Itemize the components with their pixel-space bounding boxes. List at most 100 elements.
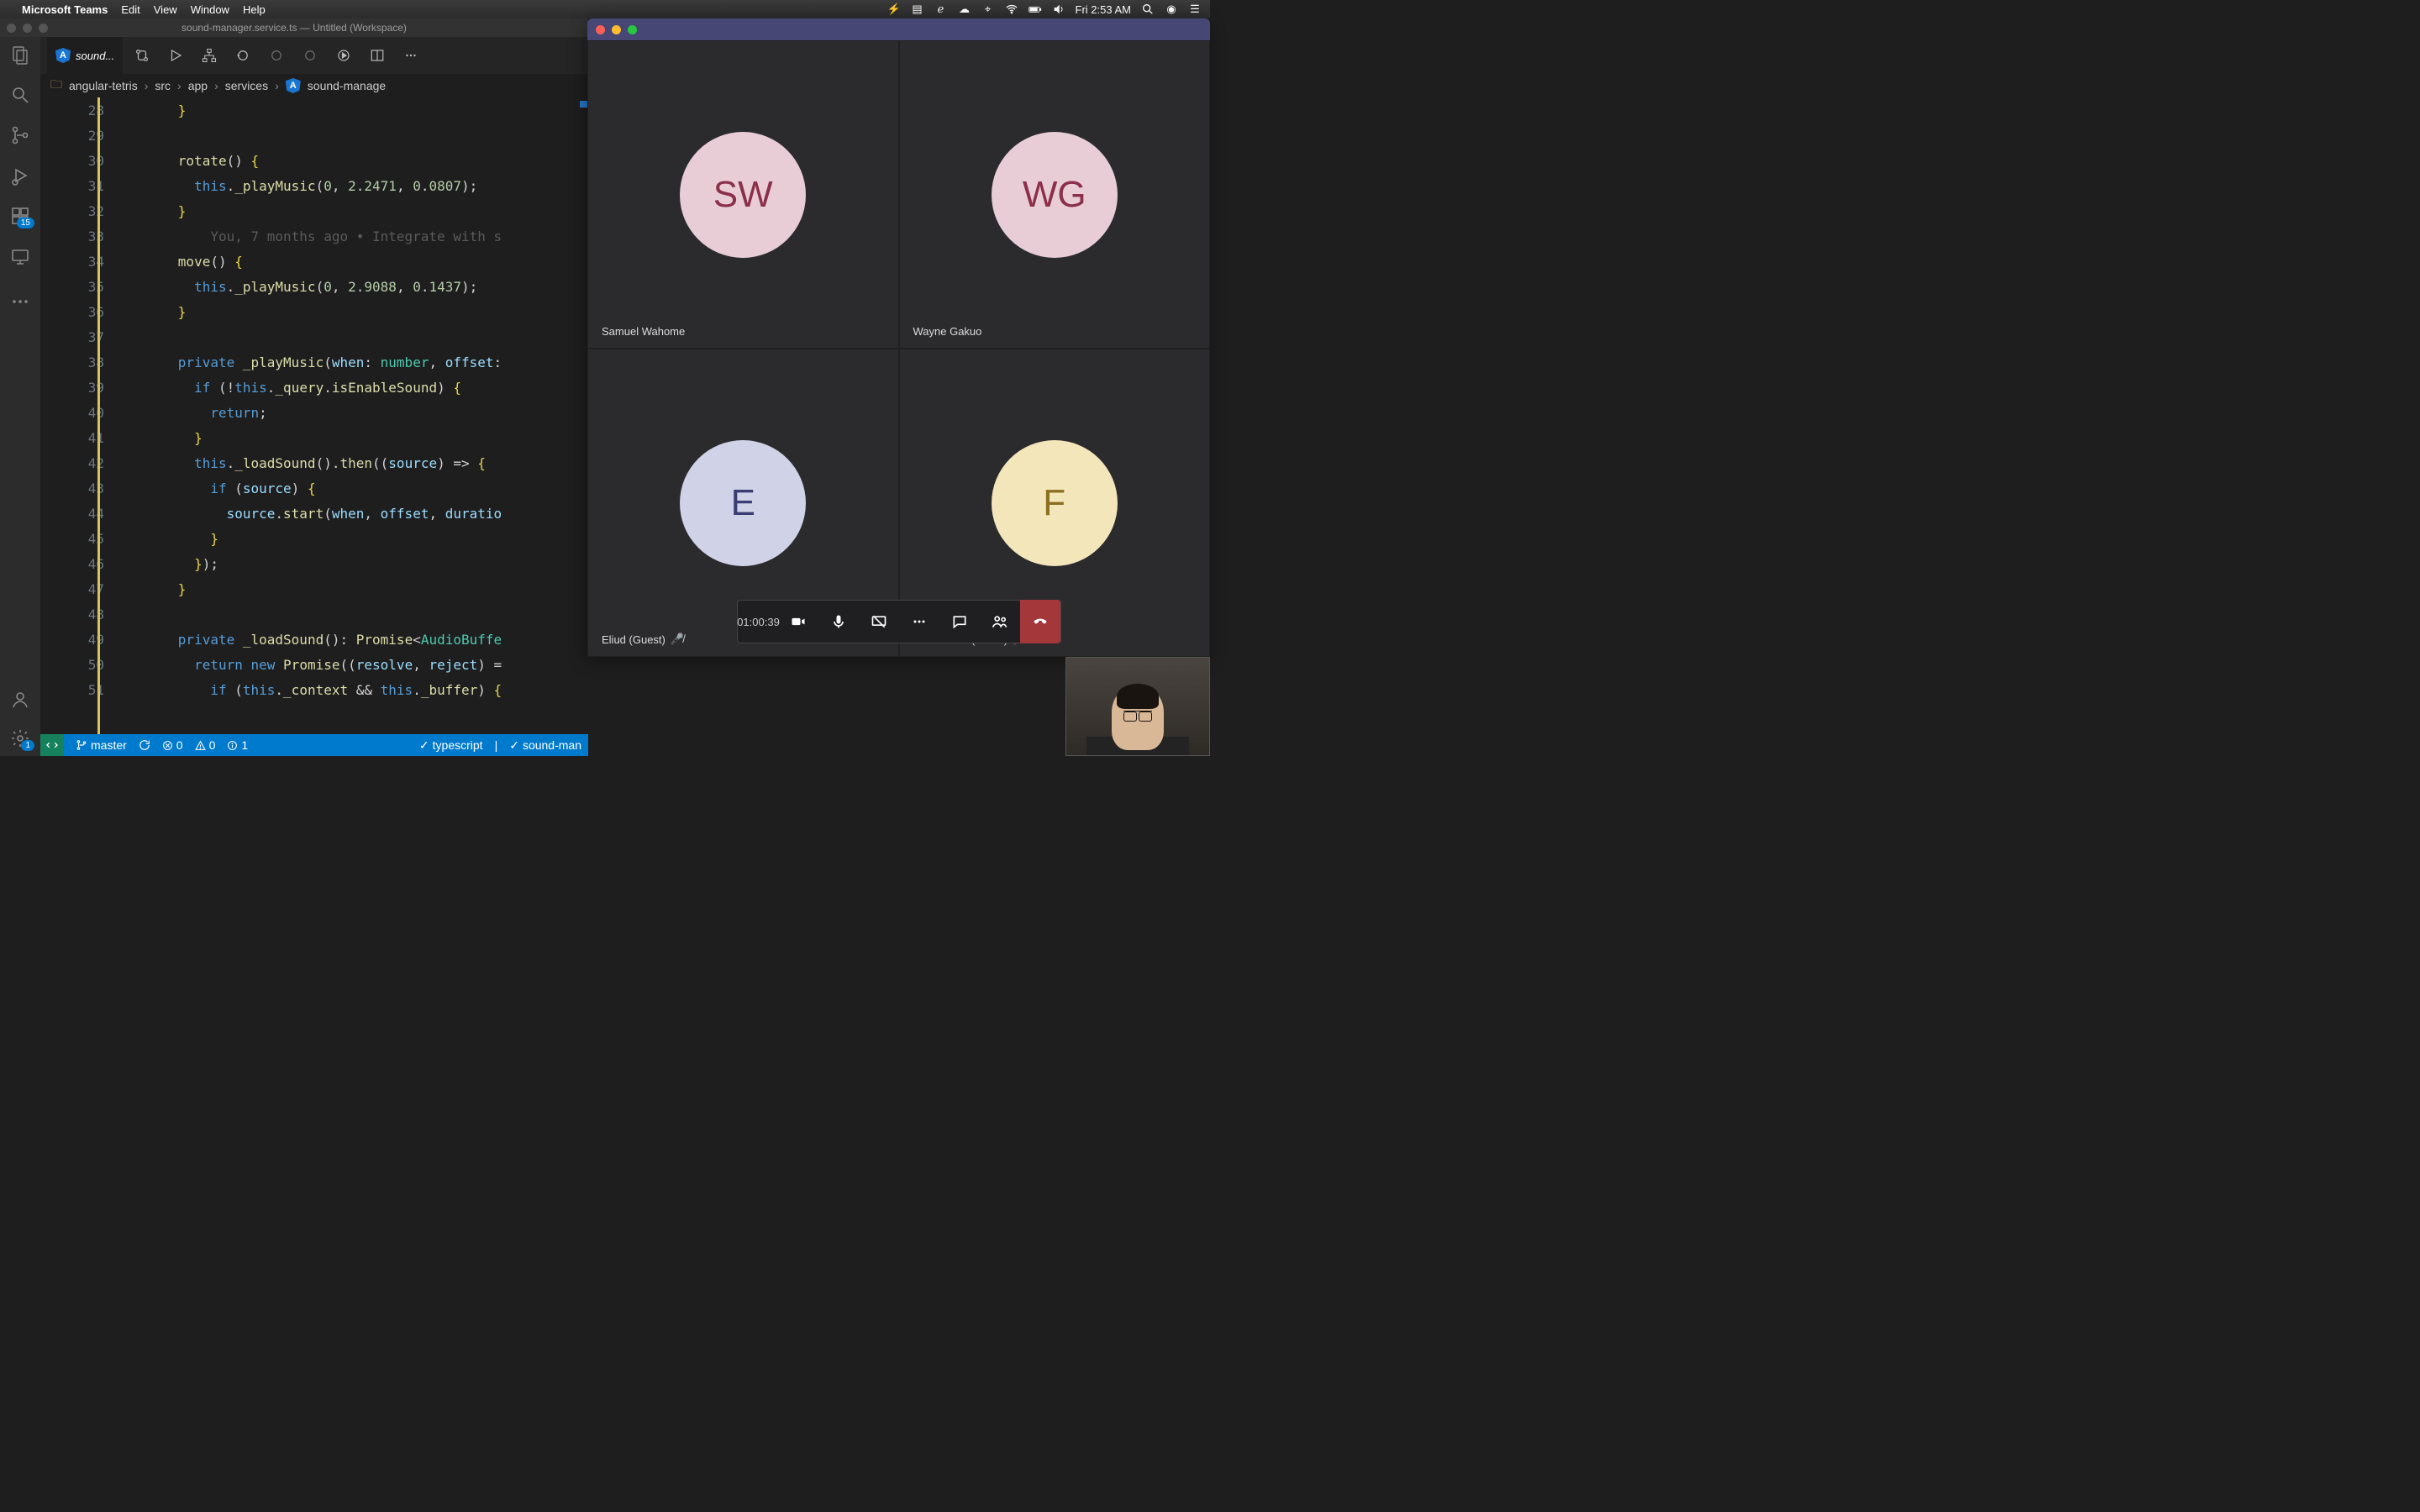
participant-tile[interactable]: WG Wayne Gakuo bbox=[899, 40, 1211, 349]
maximize-icon[interactable] bbox=[628, 25, 637, 34]
code-line[interactable]: 35 this._playMusic(0, 2.9088, 0.1437); bbox=[82, 274, 588, 299]
code-line[interactable]: 30 rotate() { bbox=[82, 148, 588, 173]
spotlight-icon[interactable] bbox=[1141, 3, 1155, 16]
line-number: 46 bbox=[82, 556, 119, 572]
source-control-icon[interactable] bbox=[9, 124, 31, 146]
bc-item-0[interactable]: angular-tetris bbox=[69, 79, 138, 92]
vscode-titlebar[interactable]: sound-manager.service.ts — Untitled (Wor… bbox=[0, 18, 588, 37]
more-icon[interactable] bbox=[9, 291, 31, 312]
bluetooth-icon[interactable]: ⌖ bbox=[981, 3, 995, 16]
cloud-icon[interactable]: ☁ bbox=[958, 3, 971, 16]
menubar-clock[interactable]: Fri 2:53 AM bbox=[1076, 3, 1131, 16]
errors-indicator[interactable]: 0 bbox=[162, 738, 183, 752]
code-editor[interactable]: 28 }29 30 rotate() {31 this._playMusic(0… bbox=[40, 97, 588, 734]
line-number: 35 bbox=[82, 279, 119, 295]
code-text: if (!this._query.isEnableSound) { bbox=[119, 380, 461, 396]
menubar-edit[interactable]: Edit bbox=[121, 3, 139, 16]
mic-toggle-button[interactable] bbox=[818, 600, 859, 643]
maximize-icon[interactable] bbox=[39, 24, 48, 33]
minimize-icon[interactable] bbox=[612, 25, 621, 34]
language-mode[interactable]: ✓ typescript bbox=[419, 738, 483, 753]
code-line[interactable]: 40 return; bbox=[82, 400, 588, 425]
wifi-icon[interactable] bbox=[1005, 3, 1018, 16]
line-number: 50 bbox=[82, 657, 119, 673]
camera-toggle-button[interactable] bbox=[778, 600, 818, 643]
code-line[interactable]: 50 return new Promise((resolve, reject) … bbox=[82, 652, 588, 677]
menubar-app-name[interactable]: Microsoft Teams bbox=[22, 3, 108, 16]
run-icon[interactable] bbox=[168, 48, 183, 63]
code-line[interactable]: 39 if (!this._query.isEnableSound) { bbox=[82, 375, 588, 400]
search-icon[interactable] bbox=[9, 84, 31, 106]
vscode-statusbar: master 0 0 1 ✓ typescript | ✓ sound-man bbox=[40, 734, 588, 756]
code-line[interactable]: 49 private _loadSound(): Promise<AudioBu… bbox=[82, 627, 588, 652]
split-editor-icon[interactable] bbox=[370, 48, 385, 63]
teams-titlebar[interactable] bbox=[587, 18, 1210, 40]
circle-back-icon[interactable] bbox=[235, 48, 250, 63]
chevron-right-icon: › bbox=[275, 79, 279, 92]
bc-item-2[interactable]: app bbox=[188, 79, 208, 92]
git-branch-indicator[interactable]: master bbox=[76, 738, 127, 752]
code-line[interactable]: 43 if (source) { bbox=[82, 475, 588, 501]
info-indicator[interactable]: 1 bbox=[227, 738, 248, 752]
bc-item-3[interactable]: services bbox=[225, 79, 268, 92]
code-line[interactable]: 36 } bbox=[82, 299, 588, 324]
editor-tab-sound-manager[interactable]: sound... bbox=[47, 37, 123, 74]
hang-up-button[interactable] bbox=[1020, 600, 1060, 643]
vscode-traffic-lights[interactable] bbox=[7, 24, 48, 33]
sync-icon[interactable] bbox=[139, 739, 150, 751]
code-line[interactable]: 47 } bbox=[82, 576, 588, 601]
code-line[interactable]: 41 } bbox=[82, 425, 588, 450]
share-screen-button[interactable] bbox=[859, 600, 899, 643]
code-line[interactable]: 46 }); bbox=[82, 551, 588, 576]
code-line[interactable]: 31 this._playMusic(0, 2.2471, 0.0807); bbox=[82, 173, 588, 198]
recording-indicator[interactable]: 01:00:39 bbox=[738, 600, 778, 643]
run-again-icon[interactable] bbox=[336, 48, 351, 63]
breadcrumb[interactable]: 🗀 angular-tetris › src › app › services … bbox=[40, 74, 588, 97]
account-icon[interactable] bbox=[9, 689, 31, 711]
warnings-indicator[interactable]: 0 bbox=[195, 738, 216, 752]
code-line[interactable]: 28 } bbox=[82, 97, 588, 123]
close-icon[interactable] bbox=[596, 25, 605, 34]
dock-icon[interactable]: ▤ bbox=[911, 3, 924, 16]
line-number: 42 bbox=[82, 455, 119, 471]
battery-icon[interactable] bbox=[1028, 3, 1042, 16]
code-text: private _playMusic(when: number, offset: bbox=[119, 354, 502, 370]
code-line[interactable]: 44 source.start(when, offset, duratio bbox=[82, 501, 588, 526]
deno-mode[interactable]: ✓ sound-man bbox=[509, 738, 581, 753]
volume-icon[interactable] bbox=[1052, 3, 1065, 16]
bc-item-4[interactable]: sound-manage bbox=[308, 79, 386, 92]
self-video-preview[interactable] bbox=[1065, 657, 1210, 756]
bolt-icon[interactable]: ⚡ bbox=[887, 3, 901, 16]
menubar-help[interactable]: Help bbox=[243, 3, 266, 16]
bc-item-1[interactable]: src bbox=[155, 79, 171, 92]
close-icon[interactable] bbox=[7, 24, 16, 33]
code-line[interactable]: 38 private _playMusic(when: number, offs… bbox=[82, 349, 588, 375]
menubar-window[interactable]: Window bbox=[191, 3, 229, 16]
minimize-icon[interactable] bbox=[23, 24, 32, 33]
more-actions-icon[interactable] bbox=[403, 48, 418, 63]
script-e-icon[interactable]: ℯ bbox=[934, 3, 948, 16]
remote-indicator-icon[interactable] bbox=[40, 734, 64, 756]
teams-traffic-lights[interactable] bbox=[596, 25, 637, 34]
code-line[interactable]: 45 } bbox=[82, 526, 588, 551]
control-center-icon[interactable]: ☰ bbox=[1188, 3, 1202, 16]
hierarchy-icon[interactable] bbox=[202, 48, 217, 63]
code-line[interactable]: 34 move() { bbox=[82, 249, 588, 274]
more-options-button[interactable] bbox=[899, 600, 939, 643]
git-compare-icon[interactable] bbox=[134, 48, 150, 63]
participants-button[interactable] bbox=[980, 600, 1020, 643]
code-line[interactable]: 51 if (this._context && this._buffer) { bbox=[82, 677, 588, 702]
run-debug-icon[interactable] bbox=[9, 165, 31, 186]
explorer-icon[interactable] bbox=[9, 44, 31, 66]
participant-tile[interactable]: SW Samuel Wahome bbox=[587, 40, 899, 349]
code-line[interactable]: 48 bbox=[82, 601, 588, 627]
remote-explorer-icon[interactable] bbox=[9, 245, 31, 267]
code-line[interactable]: 33 You, 7 months ago • Integrate with s bbox=[82, 223, 588, 249]
code-line[interactable]: 42 this._loadSound().then((source) => { bbox=[82, 450, 588, 475]
chat-button[interactable] bbox=[939, 600, 980, 643]
siri-icon[interactable]: ◉ bbox=[1165, 3, 1178, 16]
code-line[interactable]: 37 bbox=[82, 324, 588, 349]
menubar-view[interactable]: View bbox=[154, 3, 177, 16]
code-line[interactable]: 32 } bbox=[82, 198, 588, 223]
code-line[interactable]: 29 bbox=[82, 123, 588, 148]
